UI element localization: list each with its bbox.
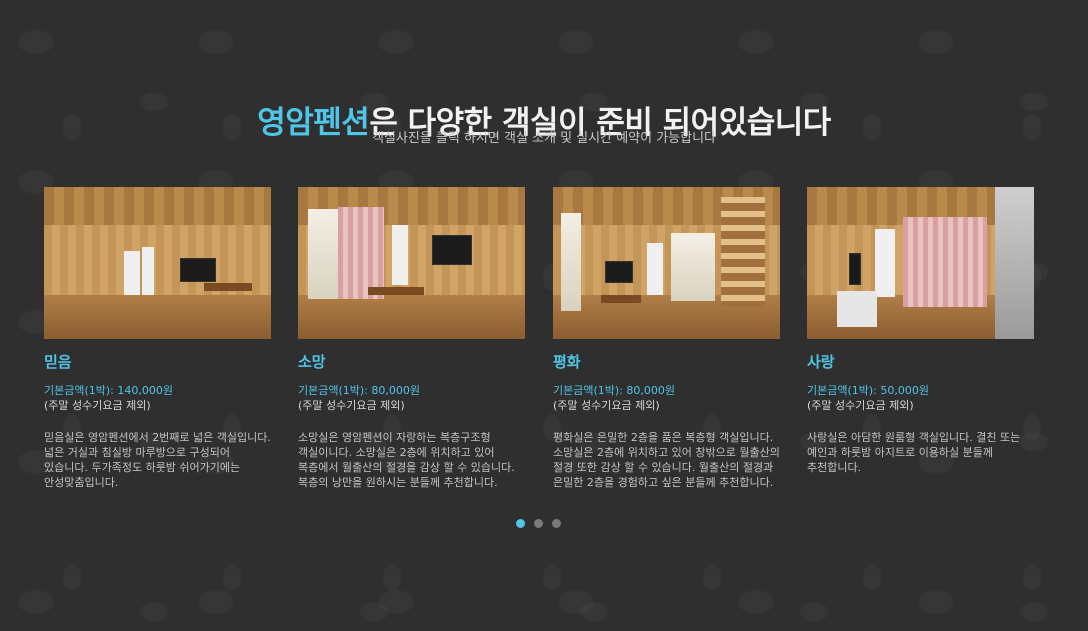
room-description: 평화실은 은밀한 2층을 품은 복층형 객실입니다. 소망실은 2층에 위치하고… (553, 431, 780, 489)
room-photo[interactable] (553, 187, 780, 339)
room-card-2[interactable]: 소망 기본금액(1박): 80,000원 (주말 성수기요금 제외) 소망실은 … (298, 187, 525, 490)
carousel-dot-3[interactable] (552, 519, 561, 528)
room-name[interactable]: 소망 (298, 351, 525, 373)
carousel-dot-2[interactable] (534, 519, 543, 528)
carousel-dot-1[interactable] (516, 519, 525, 528)
room-price-note: (주말 성수기요금 제외) (44, 399, 151, 412)
room-description: 사랑실은 아담한 원룸형 객실입니다. 결친 또는 예인과 하룻밤 아지트로 이… (807, 431, 1021, 474)
room-description: 소망실은 영암펜션이 자랑하는 복층구조형 객실이니다. 소망실은 2층에 위치… (298, 431, 515, 489)
room-price: 기본금액(1박): 80,000원 (298, 384, 420, 397)
room-price-note: (주말 성수기요금 제외) (807, 399, 914, 412)
room-name[interactable]: 평화 (553, 351, 780, 373)
room-card-1[interactable]: 믿음 기본금액(1박): 140,000원 (주말 성수기요금 제외) 믿음실은… (44, 187, 271, 490)
room-card-4[interactable]: 사랑 기본금액(1박): 50,000원 (주말 성수기요금 제외) 사랑실은 … (807, 187, 1034, 475)
room-photo[interactable] (44, 187, 271, 339)
room-price-note: (주말 성수기요금 제외) (298, 399, 405, 412)
section-subtitle: 객실사진을 클릭 하시면 객실 소개 및 실시간 예약이 가능합니다 (371, 131, 717, 146)
room-description: 믿음실은 영암펜션에서 2번째로 넓은 객실입니다. 넓은 거실과 침실방 마루… (44, 431, 271, 489)
room-price: 기본금액(1박): 80,000원 (553, 384, 675, 397)
room-card-3[interactable]: 평화 기본금액(1박): 80,000원 (주말 성수기요금 제외) 평화실은 … (553, 187, 780, 490)
room-name[interactable]: 믿음 (44, 351, 271, 373)
room-price-note: (주말 성수기요금 제외) (553, 399, 660, 412)
room-price: 기본금액(1박): 50,000원 (807, 384, 929, 397)
room-price: 기본금액(1박): 140,000원 (44, 384, 173, 397)
carousel-pagination (516, 519, 561, 528)
room-name[interactable]: 사랑 (807, 351, 1034, 373)
room-photo[interactable] (807, 187, 1034, 339)
room-photo[interactable] (298, 187, 525, 339)
